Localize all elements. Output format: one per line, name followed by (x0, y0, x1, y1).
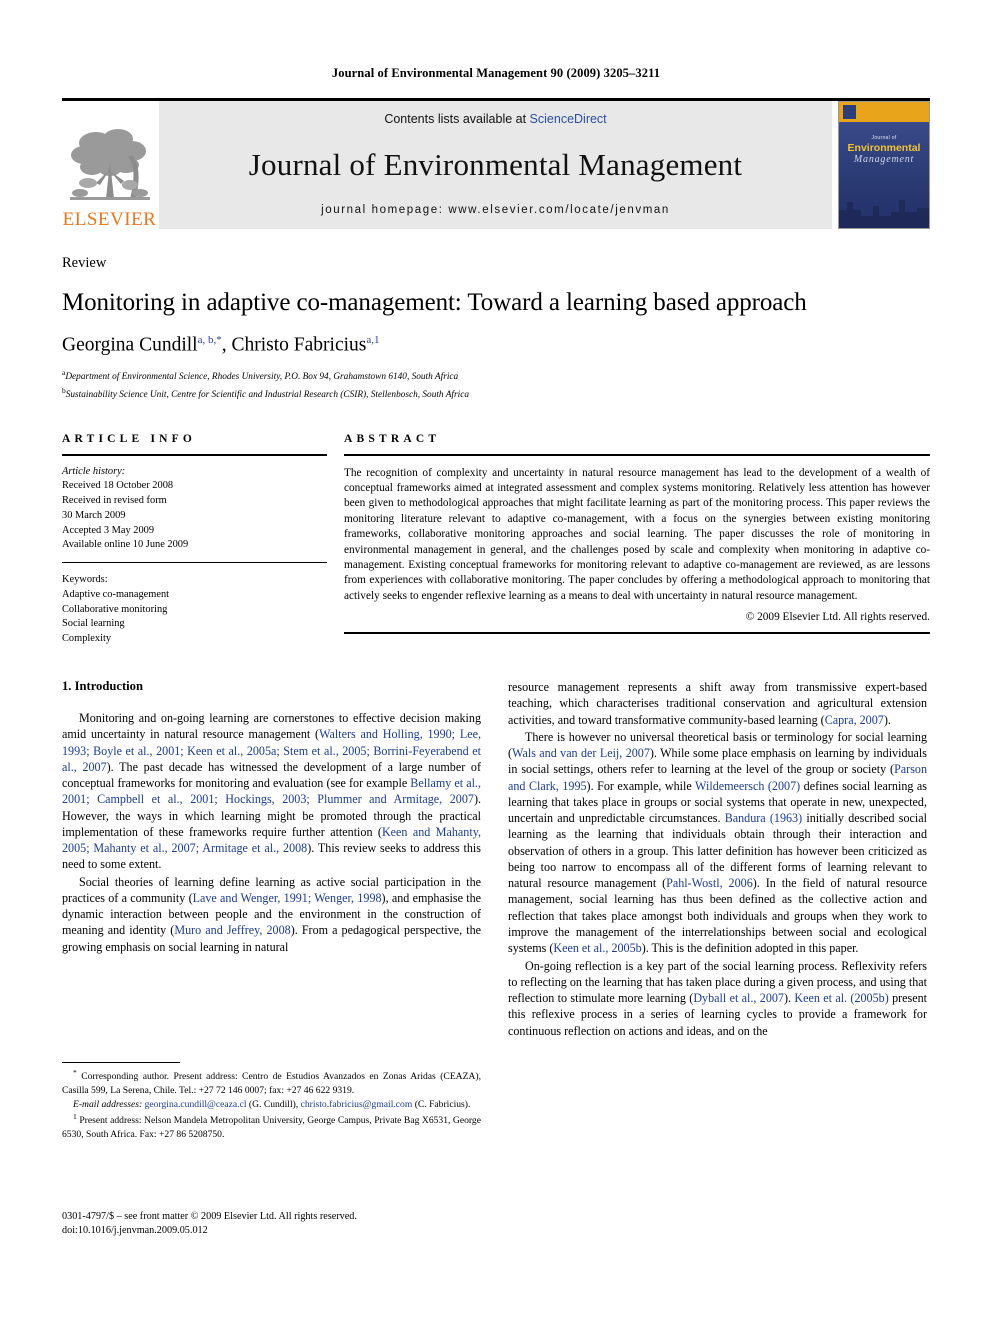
history-item: 30 March 2009 (62, 509, 126, 521)
affiliation-a: aDepartment of Environmental Science, Rh… (62, 367, 930, 385)
body-columns: 1. Introduction Monitoring and on-going … (62, 678, 930, 1140)
keywords-label: Keywords: (62, 574, 108, 586)
elsevier-logo: ELSEVIER (62, 101, 157, 229)
abstract-column: ABSTRACT The recognition of complexity a… (344, 433, 930, 647)
citation-link[interactable]: Wildemeersch (2007) (695, 779, 800, 793)
contents-prefix: Contents lists available at (384, 112, 530, 126)
abstract-copyright: © 2009 Elsevier Ltd. All rights reserved… (745, 611, 930, 624)
paragraph: Social theories of learning define learn… (62, 874, 481, 955)
history-item: Received 18 October 2008 (62, 480, 174, 492)
right-column: resource management represents a shift a… (508, 679, 927, 1040)
affiliation-b: bSustainability Science Unit, Centre for… (62, 385, 930, 403)
citation-link[interactable]: Wals and van der Leij, 2007 (512, 746, 650, 760)
elsevier-wordmark: ELSEVIER (62, 209, 157, 230)
journal-title: Journal of Environmental Management (248, 147, 743, 182)
left-column: 1. Introduction Monitoring and on-going … (62, 678, 481, 1140)
abstract-heading: ABSTRACT (344, 432, 441, 445)
cover-line-3: Management (853, 153, 915, 165)
keyword-item: Social learning (62, 618, 125, 630)
cover-elsevier-mark-icon (843, 105, 856, 119)
issn-doi-footer: 0301-4797/$ – see front matter © 2009 El… (62, 1210, 357, 1239)
page-title: Monitoring in adaptive co-management: To… (62, 289, 807, 316)
article-history-label: Article history: (62, 465, 126, 477)
author-1: Georgina Cundill (62, 334, 198, 356)
right-column-paragraphs: resource management represents a shift a… (508, 679, 927, 1039)
journal-masthead: ELSEVIER Contents lists available at Sci… (62, 98, 930, 229)
affiliations: aDepartment of Environmental Science, Rh… (62, 367, 930, 403)
citation-link[interactable]: Keen et al. (2005b) (794, 991, 888, 1005)
cover-skyline-icon (839, 200, 929, 228)
footnote-corresponding-author: * Corresponding author. Present address:… (62, 1068, 481, 1098)
citation-link[interactable]: Pahl-Wostl, 2006 (666, 876, 753, 890)
citation-link[interactable]: Muro and Jeffrey, 2008 (174, 923, 290, 937)
affiliation-a-text: Department of Environmental Science, Rho… (65, 371, 459, 382)
footnote-present-text: Present address: Nelson Mandela Metropol… (62, 1114, 481, 1140)
left-column-paragraphs: Monitoring and on-going learning are cor… (62, 710, 481, 955)
affiliation-b-text: Sustainability Science Unit, Centre for … (65, 389, 469, 400)
sciencedirect-link[interactable]: ScienceDirect (530, 112, 607, 126)
paragraph-text: ). This is the definition adopted in thi… (641, 941, 859, 956)
issn-line: 0301-4797/$ – see front matter © 2009 El… (62, 1211, 357, 1222)
doi-line[interactable]: doi:10.1016/j.jenvman.2009.05.012 (62, 1224, 357, 1238)
footnote-block: * Corresponding author. Present address:… (62, 1061, 481, 1142)
elsevier-tree-icon (65, 121, 154, 209)
keyword-item: Adaptive co-management (62, 588, 170, 600)
paragraph: On-going reflection is a key part of the… (508, 958, 927, 1039)
history-item: Accepted 3 May 2009 (62, 524, 155, 536)
abstract-bottom-rule (344, 632, 930, 635)
article-history-block: Article history: Received 18 October 200… (62, 465, 327, 554)
journal-homepage-line[interactable]: journal homepage: www.elsevier.com/locat… (321, 204, 670, 216)
email-label: E-mail addresses: (73, 1098, 143, 1110)
paragraph-text: ). For example, while (586, 778, 696, 793)
citation-link[interactable]: Bandura (1963) (725, 811, 802, 825)
paragraph-text: ). (883, 712, 891, 727)
citation-link[interactable]: Dyball et al., 2007 (693, 991, 784, 1005)
article-info-column: ARTICLE INFO Article history: Received 1… (62, 433, 327, 647)
abstract-rule (344, 453, 930, 456)
info-abstract-row: ARTICLE INFO Article history: Received 1… (62, 433, 930, 647)
keywords-rule (62, 562, 327, 564)
running-head: Journal of Environmental Management 90 (… (331, 66, 661, 80)
footnote-corresponding-text: Corresponding author. Present address: C… (62, 1071, 481, 1096)
paragraph: Monitoring and on-going learning are cor… (62, 710, 481, 873)
author-list: Georgina Cundilla, b,*, Christo Fabriciu… (62, 334, 930, 357)
article-page: Journal of Environmental Management 90 (… (0, 0, 992, 1323)
paragraph-text: ). (783, 991, 795, 1006)
history-item: Available online 10 June 2009 (62, 539, 189, 551)
footnote-emails: E-mail addresses: georgina.cundill@ceaza… (62, 1098, 481, 1112)
abstract-text: The recognition of complexity and uncert… (344, 466, 930, 602)
email-address-2[interactable]: christo.fabricius@gmail.com (301, 1099, 413, 1110)
citation-link[interactable]: Lave and Wenger, 1991; Wenger, 1998 (193, 891, 382, 905)
keywords-block: Keywords: Adaptive co-management Collabo… (62, 573, 327, 647)
author-2-affil-marker: a,1 (366, 334, 380, 346)
contents-available-line: Contents lists available at ScienceDirec… (384, 112, 606, 126)
journal-cover-thumbnail: Journal of Environmental Management (838, 101, 930, 229)
cover-line-2: Environmental (847, 141, 921, 154)
author-1-affil-marker: a, b,* (197, 334, 222, 346)
article-info-rule (62, 453, 327, 456)
author-2: , Christo Fabricius (221, 334, 367, 356)
footnote-present-address: 1 Present address: Nelson Mandela Metrop… (62, 1112, 481, 1142)
article-info-heading: ARTICLE INFO (62, 432, 197, 445)
history-item: Received in revised form (62, 495, 167, 507)
cover-title-block: Journal of Environmental Management (839, 135, 929, 165)
footnote-rule (62, 1061, 180, 1063)
email-address-1[interactable]: georgina.cundill@ceaza.cl (145, 1099, 247, 1110)
paragraph: resource management represents a shift a… (508, 679, 927, 728)
email-owner-2: (C. Fabricius). (412, 1098, 471, 1110)
email-owner-1: (G. Cundill), (246, 1098, 301, 1110)
citation-link[interactable]: Keen et al., 2005b (553, 941, 641, 955)
section-heading-introduction: 1. Introduction (62, 678, 143, 693)
article-type-label: Review (62, 255, 107, 271)
paragraph: There is however no universal theoretica… (508, 729, 927, 957)
masthead-center-band: Contents lists available at ScienceDirec… (159, 101, 832, 229)
keyword-item: Complexity (62, 633, 112, 645)
keyword-item: Collaborative monitoring (62, 603, 168, 615)
citation-link[interactable]: Capra, 2007 (825, 713, 884, 727)
